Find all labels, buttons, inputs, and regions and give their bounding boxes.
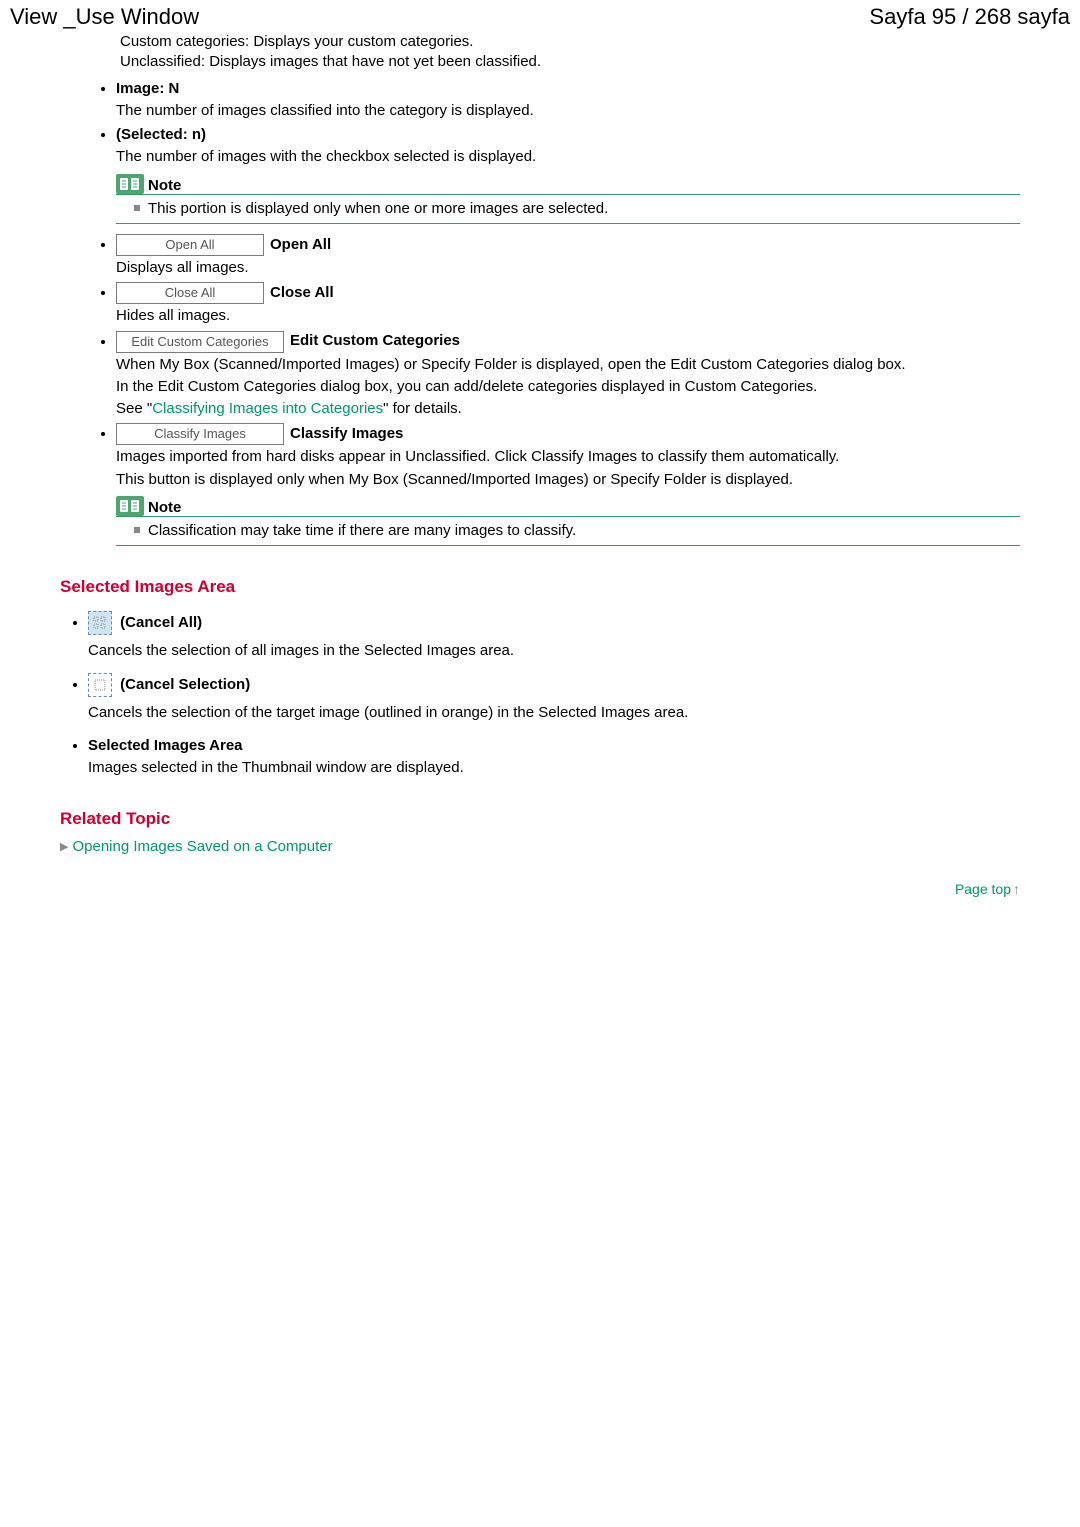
note-header-2: Note	[116, 496, 1020, 517]
cancel-selection-icon[interactable]	[88, 673, 112, 697]
selected-n-label: (Selected: n)	[116, 126, 206, 143]
item-selected-n: (Selected: n) The number of images with …	[116, 125, 1020, 224]
note-title: Note	[148, 176, 181, 196]
item-open-all: Open All Open All Displays all images.	[116, 234, 1020, 278]
intro-line-2: Unclassified: Displays images that have …	[120, 52, 1020, 72]
note-text: This portion is displayed only when one …	[134, 199, 1020, 219]
item-cancel-selection: (Cancel Selection) Cancels the selection…	[88, 673, 1020, 723]
selected-images-list: (Cancel All) Cancels the selection of al…	[60, 611, 1020, 778]
page-top-row: Page top ↑	[0, 881, 1020, 897]
note-block-selected: Note This portion is displayed only when…	[116, 174, 1020, 225]
note-icon	[116, 496, 144, 516]
open-all-label: Open All	[270, 235, 331, 255]
note-body: This portion is displayed only when one …	[116, 195, 1020, 224]
related-topic-line: ▶ Opening Images Saved on a Computer	[60, 837, 1020, 857]
selected-images-area-desc: Images selected in the Thumbnail window …	[88, 758, 1020, 778]
note-title-2: Note	[148, 498, 181, 518]
related-topic-heading: Related Topic	[60, 808, 1020, 831]
selected-n-desc: The number of images with the checkbox s…	[116, 147, 1020, 167]
header-page-indicator: Sayfa 95 / 268 sayfa	[869, 4, 1070, 30]
note-block-classify: Note Classification may take time if the…	[116, 496, 1020, 547]
item-close-all: Close All Close All Hides all images.	[116, 282, 1020, 326]
note-header: Note	[116, 174, 1020, 195]
header-title-left: View _Use Window	[10, 4, 199, 30]
close-all-desc: Hides all images.	[116, 306, 1020, 326]
selected-images-heading: Selected Images Area	[60, 576, 1020, 599]
close-all-label: Close All	[270, 283, 334, 303]
classify-desc1: Images imported from hard disks appear i…	[116, 447, 1020, 467]
open-all-desc: Displays all images.	[116, 258, 1020, 278]
edit-custom-categories-button[interactable]: Edit Custom Categories	[116, 331, 284, 353]
page-top-link[interactable]: Page top ↑	[955, 881, 1020, 897]
item-edit-custom-categories: Edit Custom Categories Edit Custom Categ…	[116, 331, 1020, 420]
image-n-desc: The number of images classified into the…	[116, 101, 1020, 121]
selected-images-area-label: Selected Images Area	[88, 737, 243, 754]
item-image-n: Image: N The number of images classified…	[116, 79, 1020, 122]
edit-custom-see: See "Classifying Images into Categories"…	[116, 399, 1020, 419]
edit-custom-desc2: In the Edit Custom Categories dialog box…	[116, 377, 1020, 397]
image-n-label: Image: N	[116, 80, 179, 97]
cancel-all-icon[interactable]	[88, 611, 112, 635]
close-all-button[interactable]: Close All	[116, 282, 264, 304]
page-header: View _Use Window Sayfa 95 / 268 sayfa	[0, 0, 1080, 32]
edit-custom-desc1: When My Box (Scanned/Imported Images) or…	[116, 355, 1020, 375]
edit-custom-categories-label: Edit Custom Categories	[290, 331, 460, 351]
feature-list: Image: N The number of images classified…	[88, 79, 1020, 547]
arrow-up-icon: ↑	[1013, 881, 1020, 897]
open-all-button[interactable]: Open All	[116, 234, 264, 256]
classify-images-label: Classify Images	[290, 424, 403, 444]
classifying-images-link[interactable]: Classifying Images into Categories	[152, 400, 383, 417]
see-suffix: " for details.	[383, 400, 462, 417]
classify-desc2: This button is displayed only when My Bo…	[116, 470, 1020, 490]
item-cancel-all: (Cancel All) Cancels the selection of al…	[88, 611, 1020, 661]
page-top-label: Page top	[955, 881, 1011, 897]
item-selected-images-area: Selected Images Area Images selected in …	[88, 736, 1020, 779]
see-prefix: See "	[116, 400, 152, 417]
note-text-2: Classification may take time if there ar…	[134, 521, 1020, 541]
triangle-bullet-icon: ▶	[60, 840, 68, 855]
cancel-selection-label: (Cancel Selection)	[120, 676, 250, 693]
cancel-all-label: (Cancel All)	[120, 614, 202, 631]
classify-images-button[interactable]: Classify Images	[116, 423, 284, 445]
item-classify-images: Classify Images Classify Images Images i…	[116, 423, 1020, 546]
cancel-selection-desc: Cancels the selection of the target imag…	[88, 703, 1020, 723]
intro-line-1: Custom categories: Displays your custom …	[120, 32, 1020, 52]
intro-block: Custom categories: Displays your custom …	[120, 32, 1020, 73]
note-body-2: Classification may take time if there ar…	[116, 517, 1020, 546]
cancel-all-desc: Cancels the selection of all images in t…	[88, 641, 1020, 661]
related-topic-link[interactable]: Opening Images Saved on a Computer	[72, 837, 332, 857]
page-content: Custom categories: Displays your custom …	[0, 32, 1080, 857]
note-icon	[116, 174, 144, 194]
